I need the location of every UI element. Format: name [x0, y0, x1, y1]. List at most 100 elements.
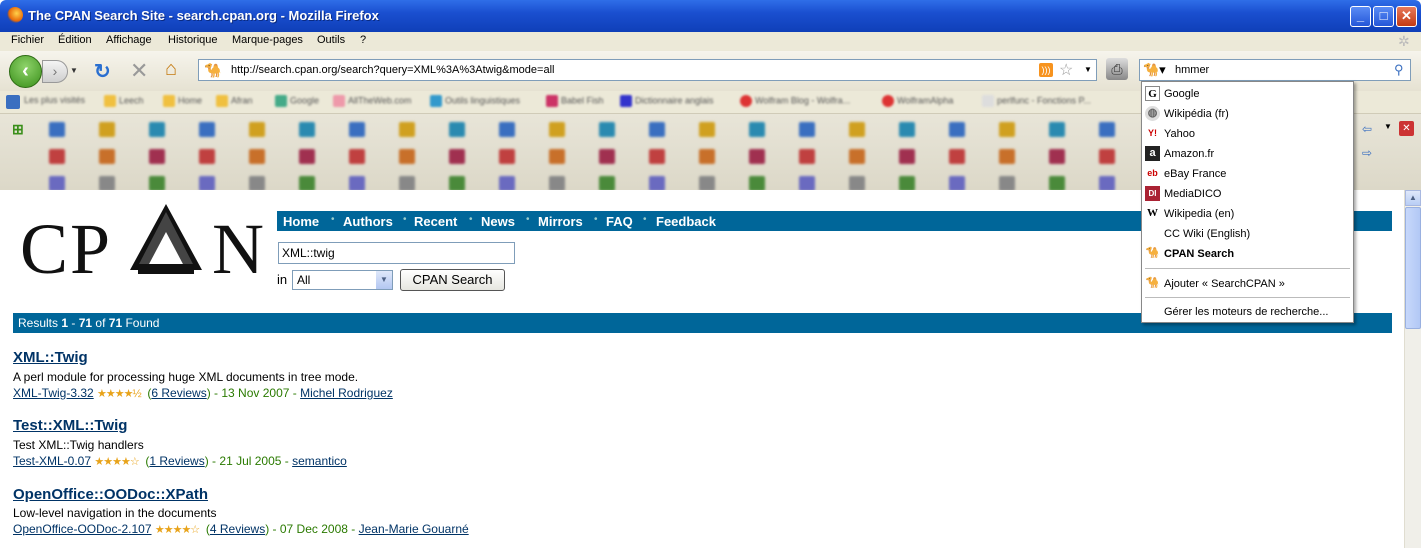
engine-ebay[interactable]: eb eBay France [1142, 164, 1353, 184]
engine-wikipedia-fr[interactable]: ◍ Wikipédia (fr) [1142, 104, 1353, 124]
favicon-shortcut-icon[interactable] [199, 149, 215, 164]
favicon-shortcut-icon[interactable] [999, 149, 1015, 164]
result-author-link[interactable]: Michel Rodriguez [300, 386, 393, 400]
favicon-shortcut-icon[interactable] [399, 122, 415, 137]
bookmark-item[interactable]: Wolfram Blog - Wolfra... [740, 95, 850, 107]
close-button[interactable]: ✕ [1396, 6, 1417, 27]
favicon-shortcut-icon[interactable] [99, 176, 115, 191]
favicon-shortcut-icon[interactable] [749, 176, 765, 191]
nav-news[interactable]: News [481, 214, 515, 229]
result-title[interactable]: XML::Twig [13, 349, 88, 366]
engine-yahoo[interactable]: Y! Yahoo [1142, 124, 1353, 144]
favicon-shortcut-icon[interactable] [949, 149, 965, 164]
favicon-shortcut-icon[interactable] [499, 149, 515, 164]
menu-marque-pages[interactable]: Marque-pages [232, 34, 303, 46]
arrow-left-icon[interactable]: ⇦ [1362, 122, 1372, 136]
favicon-shortcut-icon[interactable] [1049, 122, 1065, 137]
bookmark-item[interactable]: AllTheWeb.com [333, 95, 411, 107]
bookmark-star-icon[interactable]: ☆ [1059, 60, 1073, 80]
favicon-shortcut-icon[interactable] [599, 122, 615, 137]
favicon-shortcut-icon[interactable] [549, 176, 565, 191]
favicon-shortcut-icon[interactable] [1049, 176, 1065, 191]
rss-feed-icon[interactable]: ))) [1039, 63, 1053, 77]
favicon-shortcut-icon[interactable] [649, 176, 665, 191]
favicon-shortcut-icon[interactable] [49, 122, 65, 137]
favicon-shortcut-icon[interactable] [699, 176, 715, 191]
favicon-shortcut-icon[interactable] [299, 122, 315, 137]
favicon-shortcut-icon[interactable] [249, 149, 265, 164]
favicon-shortcut-icon[interactable] [49, 149, 65, 164]
favicon-shortcut-icon[interactable] [599, 149, 615, 164]
favicon-shortcut-icon[interactable] [399, 149, 415, 164]
result-reviews-link[interactable]: 6 Reviews [151, 386, 206, 400]
scroll-up-button[interactable]: ▲ [1405, 190, 1421, 206]
bookmark-item[interactable]: Outils linguistiques [430, 95, 520, 107]
cpan-logo[interactable]: CP [20, 208, 112, 291]
menu-outils[interactable]: Outils [317, 34, 345, 46]
favicon-shortcut-icon[interactable] [1099, 149, 1115, 164]
menu-historique[interactable]: Historique [168, 34, 218, 46]
favicon-shortcut-icon[interactable] [149, 149, 165, 164]
favicon-shortcut-icon[interactable] [449, 122, 465, 137]
favicon-shortcut-icon[interactable] [199, 122, 215, 137]
nav-recent[interactable]: Recent [414, 214, 457, 229]
favicon-shortcut-icon[interactable] [699, 149, 715, 164]
back-button[interactable]: ‹ [9, 55, 42, 88]
engine-google[interactable]: G Google [1142, 84, 1353, 104]
favicon-shortcut-icon[interactable] [799, 149, 815, 164]
bookmark-item[interactable]: Dictionnaire anglais [620, 95, 714, 107]
engine-amazon[interactable]: a Amazon.fr [1142, 144, 1353, 164]
favicon-shortcut-icon[interactable] [149, 122, 165, 137]
cpan-search-input[interactable]: XML::twig [278, 242, 515, 264]
favicon-shortcut-icon[interactable] [99, 122, 115, 137]
bookmark-item[interactable]: Google [275, 95, 319, 107]
bookmark-item[interactable]: Home [163, 95, 202, 107]
favicon-shortcut-icon[interactable] [899, 122, 915, 137]
minimize-button[interactable]: _ [1350, 6, 1371, 27]
favicon-shortcut-icon[interactable] [849, 176, 865, 191]
nav-home[interactable]: Home [283, 214, 319, 229]
url-bar[interactable]: 🐪 http://search.cpan.org/search?query=XM… [198, 59, 1097, 81]
url-dropdown-icon[interactable]: ▼ [1084, 65, 1092, 74]
arrow-right-icon[interactable]: ⇨ [1362, 146, 1372, 160]
cpan-logo[interactable]: N [212, 208, 266, 291]
menu-edition[interactable]: Édition [58, 34, 92, 46]
favicon-shortcut-icon[interactable] [249, 122, 265, 137]
result-title[interactable]: Test::XML::Twig [13, 417, 127, 434]
favicon-shortcut-icon[interactable] [749, 122, 765, 137]
bookmark-item[interactable]: perlfunc - Fonctions P... [982, 95, 1091, 107]
menu-affichage[interactable]: Affichage [106, 34, 152, 46]
history-dropdown-icon[interactable]: ▼ [70, 66, 78, 75]
favicon-shortcut-icon[interactable] [299, 176, 315, 191]
result-title[interactable]: OpenOffice::OODoc::XPath [13, 486, 208, 503]
favicon-shortcut-icon[interactable] [349, 176, 365, 191]
favicon-shortcut-icon[interactable] [1099, 122, 1115, 137]
forward-button[interactable]: › [42, 60, 68, 83]
add-bookmark-icon[interactable]: ⊞ [12, 121, 24, 138]
search-input[interactable]: hmmer [1175, 64, 1209, 76]
stop-icon[interactable]: ✕ [130, 58, 148, 84]
favicon-shortcut-icon[interactable] [699, 122, 715, 137]
result-dist-link[interactable]: Test-XML-0.07 [13, 454, 91, 468]
chevron-down-icon[interactable]: ▼ [376, 271, 392, 289]
favicon-shortcut-icon[interactable] [899, 176, 915, 191]
favicon-shortcut-icon[interactable] [799, 176, 815, 191]
favicon-shortcut-icon[interactable] [899, 149, 915, 164]
favicon-shortcut-icon[interactable] [799, 122, 815, 137]
result-dist-link[interactable]: OpenOffice-OODoc-2.107 [13, 522, 152, 536]
favicon-shortcut-icon[interactable] [1049, 149, 1065, 164]
search-go-icon[interactable]: ⚲ [1394, 62, 1404, 78]
favicon-shortcut-icon[interactable] [549, 122, 565, 137]
result-author-link[interactable]: Jean-Marie Gouarné [359, 522, 469, 536]
result-reviews-link[interactable]: 1 Reviews [149, 454, 204, 468]
favicon-shortcut-icon[interactable] [499, 122, 515, 137]
favicon-shortcut-icon[interactable] [849, 149, 865, 164]
favicon-shortcut-icon[interactable] [149, 176, 165, 191]
favicon-shortcut-icon[interactable] [499, 176, 515, 191]
nav-mirrors[interactable]: Mirrors [538, 214, 583, 229]
favicon-shortcut-icon[interactable] [349, 149, 365, 164]
bookmark-item[interactable]: WolframAlpha [882, 95, 953, 107]
scope-select[interactable]: All ▼ [292, 270, 393, 290]
favicon-shortcut-icon[interactable] [549, 149, 565, 164]
favicon-shortcut-icon[interactable] [399, 176, 415, 191]
